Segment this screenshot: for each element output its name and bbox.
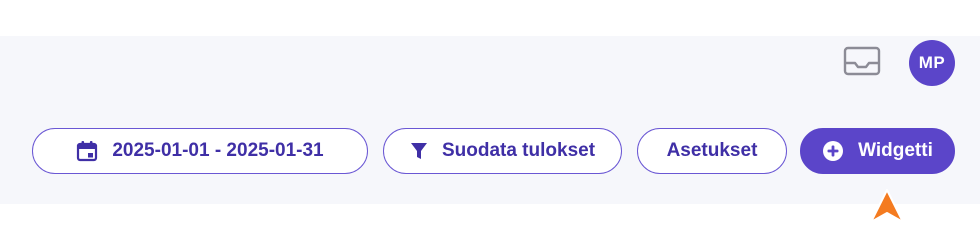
filter-results-label: Suodata tulokset: [441, 140, 596, 161]
add-widget-button[interactable]: Widgetti: [800, 128, 955, 174]
user-avatar[interactable]: MP: [909, 40, 955, 86]
filter-results-button[interactable]: Suodata tulokset: [383, 128, 622, 174]
calendar-icon: [76, 140, 98, 162]
settings-button[interactable]: Asetukset: [637, 128, 787, 174]
date-range-button[interactable]: 2025-01-01 - 2025-01-31: [32, 128, 368, 174]
inbox-tray-icon: [843, 46, 881, 76]
dashboard-toolbar-panel: [0, 36, 980, 204]
add-widget-label: Widgetti: [858, 140, 933, 161]
settings-label: Asetukset: [666, 140, 758, 161]
funnel-icon: [410, 141, 428, 161]
plus-circle-icon: [822, 140, 844, 162]
inbox-button[interactable]: [842, 44, 882, 78]
avatar-initials: MP: [918, 53, 946, 72]
date-range-label: 2025-01-01 - 2025-01-31: [112, 140, 324, 161]
pointer-cursor-icon: [870, 189, 904, 223]
